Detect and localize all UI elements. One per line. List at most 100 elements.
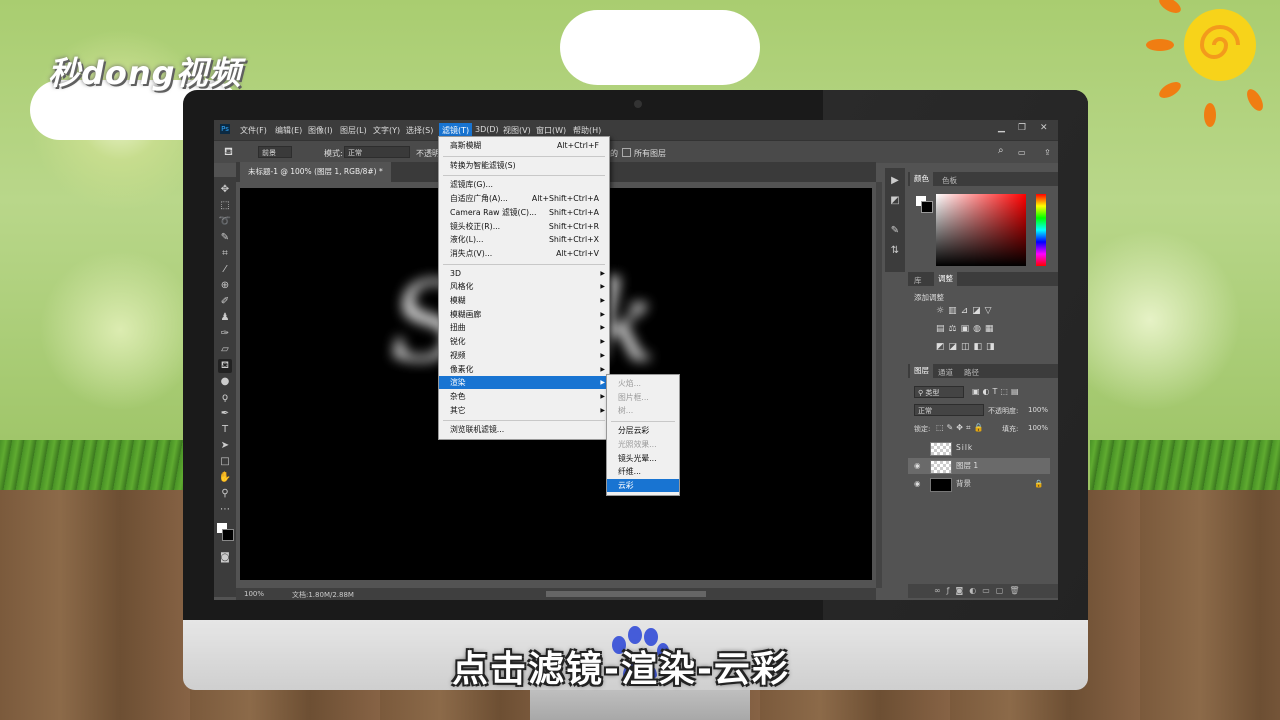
stamp-icon[interactable]: ♟ (218, 311, 232, 325)
menu-item[interactable]: 模糊 ▶ (439, 294, 609, 307)
adjust-panel-icon[interactable]: ⇅ (888, 244, 902, 258)
fill-value[interactable]: 100% (1028, 424, 1048, 432)
menu-help[interactable]: 帮助(H) (573, 125, 601, 136)
adjustment-icons-row2[interactable]: ▤⚖▣◍▦ (936, 324, 997, 334)
eraser-icon[interactable]: ▱ (218, 343, 232, 357)
menu-item[interactable]: 像素化 ▶ (439, 363, 609, 376)
lock-icons[interactable]: ⬚✎✥⌗🔒 (936, 423, 986, 433)
menu-item[interactable]: 浏览联机滤镜... (439, 423, 609, 436)
menu-3d[interactable]: 3D(D) (475, 125, 499, 134)
layer-row-selected[interactable]: ◉ 图层 1 (908, 458, 1050, 474)
menu-item[interactable]: 分层云彩 (607, 424, 679, 437)
menu-item[interactable]: 渲染 ▶ (439, 376, 609, 390)
menu-item[interactable]: Camera Raw 滤镜(C)... Shift+Ctrl+A (439, 206, 609, 219)
healing-icon[interactable]: ⊕ (218, 279, 232, 293)
opacity-value[interactable]: 100% (1028, 406, 1048, 414)
history-brush-icon[interactable]: ✑ (218, 327, 232, 341)
rectangle-icon[interactable]: □ (218, 455, 232, 469)
menu-window[interactable]: 窗口(W) (536, 125, 566, 136)
paint-bucket-icon[interactable]: ⛾ (224, 145, 233, 160)
eyedropper-icon[interactable]: ⁄ (218, 263, 232, 277)
blend-mode-select[interactable]: 正常 (914, 404, 984, 416)
restore-icon[interactable]: ❐ (1018, 123, 1026, 133)
paint-bucket-tool-icon[interactable]: ⛾ (218, 359, 232, 373)
path-select-icon[interactable]: ➤ (218, 439, 232, 453)
tab-swatches[interactable]: 色板 (942, 175, 957, 186)
menu-item[interactable]: 自适应广角(A)... Alt+Shift+Ctrl+A (439, 192, 609, 205)
zoom-icon[interactable]: ⚲ (218, 487, 232, 501)
lasso-tool-icon[interactable]: ➰ (218, 215, 232, 229)
tab-layers[interactable]: 图层 (910, 364, 933, 378)
menu-file[interactable]: 文件(F) (240, 125, 267, 136)
all-layers-checkbox[interactable] (622, 148, 631, 157)
close-icon[interactable]: ✕ (1040, 123, 1048, 133)
layer-kind-filter[interactable]: ⚲ 类型 (914, 386, 964, 398)
workspace-icon[interactable]: ▭ (1018, 148, 1026, 157)
menu-item[interactable]: 液化(L)... Shift+Ctrl+X (439, 233, 609, 246)
properties-panel-icon[interactable]: ◩ (888, 194, 902, 208)
brush-panel-icon[interactable]: ✎ (888, 224, 902, 238)
menu-item[interactable]: 图片框... (607, 391, 679, 404)
more-tools-icon[interactable]: ⋯ (218, 503, 232, 517)
share-icon[interactable]: ⇪ (1044, 148, 1051, 157)
menu-select[interactable]: 选择(S) (406, 125, 433, 136)
menu-layer[interactable]: 图层(L) (340, 125, 367, 136)
blur-icon[interactable]: ● (218, 375, 232, 389)
menu-item[interactable]: 镜头光晕... (607, 452, 679, 465)
mode-select[interactable]: 正常 (344, 146, 410, 158)
move-tool-icon[interactable]: ✥ (218, 183, 232, 197)
tab-channels[interactable]: 通道 (938, 367, 953, 378)
menu-item[interactable]: 扭曲 ▶ (439, 321, 609, 334)
layer-filter-icons[interactable]: ▣◐T⬚▤ (972, 387, 1022, 396)
menu-type[interactable]: 文字(Y) (373, 125, 400, 136)
tab-color[interactable]: 颜色 (910, 172, 933, 186)
dodge-icon[interactable]: ϙ (218, 391, 232, 405)
menu-item[interactable]: 镜头校正(R)... Shift+Ctrl+R (439, 220, 609, 233)
history-panel-icon[interactable]: ▶ (888, 174, 902, 188)
menu-item[interactable]: 风格化 ▶ (439, 280, 609, 293)
menu-item[interactable]: 树... (607, 404, 679, 417)
hand-icon[interactable]: ✋ (218, 471, 232, 485)
adjustment-icons-row3[interactable]: ◩◪◫◧◨ (936, 342, 999, 352)
menu-item[interactable]: 高斯模糊 Alt+Ctrl+F (439, 139, 609, 152)
tab-adjustments[interactable]: 调整 (934, 272, 957, 286)
adjustment-icons-row1[interactable]: ☼▥⊿◪▽ (936, 306, 996, 316)
menu-item[interactable]: 滤镜库(G)... (439, 178, 609, 191)
horizontal-scrollbar[interactable] (546, 591, 706, 597)
eye-icon[interactable]: ◉ (914, 476, 921, 492)
menu-item[interactable]: 消失点(V)... Alt+Ctrl+V (439, 247, 609, 260)
menu-item[interactable]: 云彩 (607, 478, 679, 492)
menu-item[interactable]: 其它 ▶ (439, 404, 609, 417)
fill-source-select[interactable]: 前景 (258, 146, 292, 158)
document-tab[interactable]: 未标题-1 @ 100% (图层 1, RGB/8#) * (240, 162, 391, 182)
tab-paths[interactable]: 路径 (964, 367, 979, 378)
search-icon[interactable]: ⌕ (998, 145, 1004, 156)
menu-item[interactable]: 锐化 ▶ (439, 335, 609, 348)
layer-row[interactable]: Silk (908, 440, 1048, 456)
menu-item[interactable]: 杂色 ▶ (439, 390, 609, 403)
menu-item[interactable]: 模糊画廊 ▶ (439, 308, 609, 321)
menu-view[interactable]: 视图(V) (503, 125, 531, 136)
pen-icon[interactable]: ✒ (218, 407, 232, 421)
brush-icon[interactable]: ✐ (218, 295, 232, 309)
menu-image[interactable]: 图像(I) (308, 125, 333, 136)
layer-action-icons[interactable]: ∞ƒ◙◐▭▢🗑 (934, 586, 1026, 595)
minimize-icon[interactable]: ▁ (998, 123, 1005, 133)
type-tool-icon[interactable]: T (218, 423, 232, 437)
menu-item[interactable]: 视频 ▶ (439, 349, 609, 362)
quick-select-icon[interactable]: ✎ (218, 231, 232, 245)
background-color-swatch[interactable] (222, 529, 234, 541)
vertical-scrollbar[interactable] (876, 182, 882, 588)
menu-item[interactable]: 3D ▶ (439, 267, 609, 280)
menu-edit[interactable]: 编辑(E) (275, 125, 302, 136)
layer-row[interactable]: ◉ 背景 🔒 (908, 476, 1048, 492)
menu-item[interactable]: 转换为智能滤镜(S) (439, 159, 609, 172)
marquee-tool-icon[interactable]: ⬚ (218, 199, 232, 213)
quick-mask-icon[interactable]: ◙ (218, 551, 232, 565)
bg-color-chip[interactable] (921, 201, 933, 213)
color-picker-field[interactable] (936, 194, 1026, 266)
tab-libraries[interactable]: 库 (914, 275, 922, 286)
crop-tool-icon[interactable]: ⌗ (218, 247, 232, 261)
menu-item[interactable]: 纤维... (607, 465, 679, 478)
hue-slider[interactable] (1036, 194, 1046, 266)
